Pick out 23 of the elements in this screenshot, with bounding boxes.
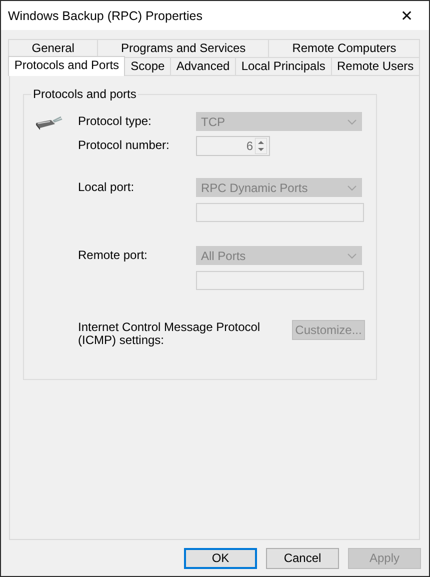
tab[interactable]: Remote Users — [332, 57, 420, 75]
dialog-button[interactable]: Cancel — [266, 548, 339, 568]
field-label: Local port: — [78, 179, 136, 196]
chevron-down-icon — [347, 118, 357, 124]
tab[interactable]: Advanced — [171, 57, 236, 75]
window-title: Windows Backup (RPC) Properties — [8, 8, 203, 22]
field-label: Internet Control Message Protocol (ICMP) settings: — [78, 320, 262, 347]
tab[interactable]: Remote Computers — [269, 39, 420, 57]
cable-connector-icon — [33, 114, 63, 132]
tab[interactable]: General — [8, 39, 98, 57]
spin-arrows-icon — [255, 138, 267, 154]
tab[interactable]: Protocols and Ports — [8, 56, 126, 76]
tab[interactable]: Local Principals — [236, 57, 332, 75]
chevron-down-icon — [347, 184, 357, 190]
field-label: Remote port: — [78, 247, 148, 264]
chevron-down-icon — [347, 252, 357, 258]
group-title: Protocols and ports — [31, 87, 138, 101]
tab[interactable]: Scope — [125, 57, 171, 75]
tab[interactable]: Programs and Services — [98, 39, 270, 57]
dialog-button[interactable]: OK — [184, 548, 257, 568]
field-label: Protocol number: — [78, 137, 170, 154]
field-label: Protocol type: — [78, 113, 152, 130]
close-button[interactable]: ✕ — [385, 1, 429, 30]
